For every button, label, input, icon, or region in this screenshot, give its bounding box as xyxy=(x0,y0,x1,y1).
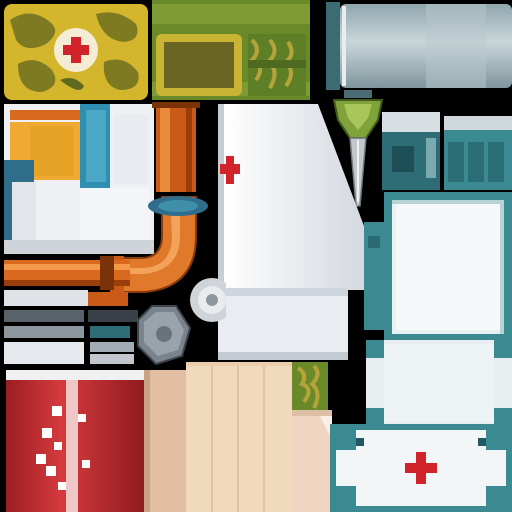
white-lower-panel-texture xyxy=(218,288,348,360)
big-white-panel-texture xyxy=(218,104,364,290)
teal-frame-texture xyxy=(364,192,512,342)
metal-strips-texture xyxy=(4,288,140,368)
teal-device-texture xyxy=(382,112,512,190)
texture-atlas xyxy=(0,0,512,512)
medkit-top-texture xyxy=(366,340,512,426)
steel-canister-texture xyxy=(326,0,512,92)
round-disc-texture xyxy=(186,272,226,328)
hex-bolt-texture xyxy=(132,300,194,372)
bolt-icon xyxy=(137,305,192,366)
red-canister-texture xyxy=(6,370,144,512)
long-pipe-texture xyxy=(4,256,130,290)
camo-strip-texture xyxy=(152,0,310,100)
camo-medkit-texture xyxy=(0,0,152,104)
camo-thin-texture xyxy=(292,362,328,412)
tan-small-texture xyxy=(292,410,332,512)
orange-bar-texture xyxy=(152,102,200,192)
medkit-front-texture xyxy=(330,424,512,512)
wood-planks-texture xyxy=(186,362,292,512)
tan-block-texture xyxy=(144,370,186,512)
